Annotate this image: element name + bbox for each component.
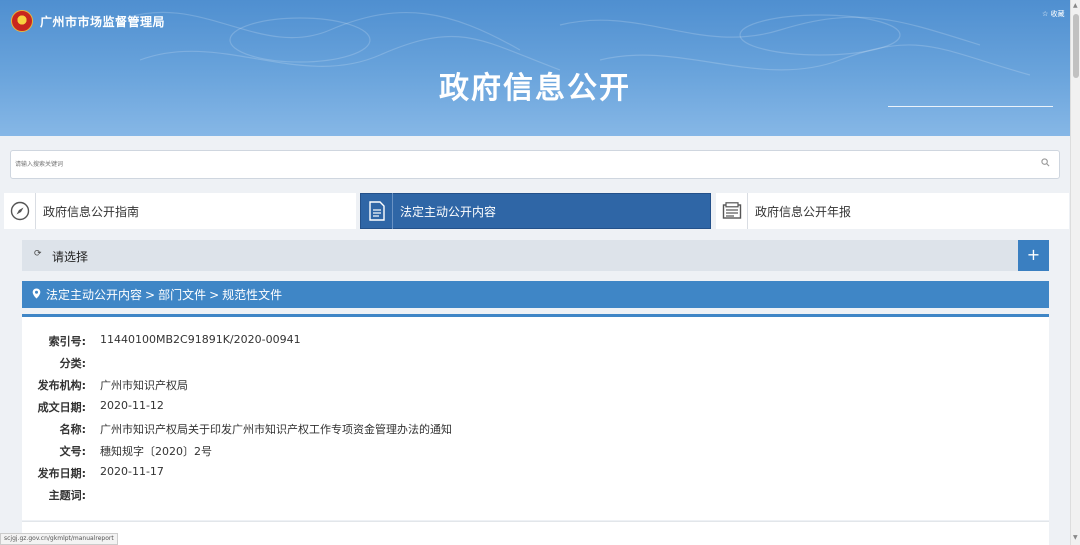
expand-button[interactable]: + xyxy=(1018,240,1049,271)
info-row-doc-number: 文号: 穗知规字〔2020〕2号 xyxy=(22,443,1049,461)
title-divider xyxy=(888,106,1053,107)
info-label: 成文日期: xyxy=(37,401,86,414)
agency-name[interactable]: 广州市市场监督管理局 xyxy=(40,13,165,30)
compass-icon xyxy=(4,193,36,229)
breadcrumb-separator: > xyxy=(145,287,156,302)
info-value: 11440100MB2C91891K/2020-00941 xyxy=(100,333,301,346)
page-title: 政府信息公开 xyxy=(439,71,631,106)
info-label: 名称: xyxy=(59,423,86,436)
selector-label: 请选择 xyxy=(52,250,89,264)
favorite-link[interactable]: ☆ 收藏 xyxy=(1042,9,1065,19)
status-bar-url: scjgj.gz.gov.cn/gkmlpt/manualreport xyxy=(0,533,118,545)
tab-statutory-content[interactable]: 法定主动公开内容 xyxy=(360,193,711,229)
national-emblem-icon xyxy=(11,10,33,32)
info-label: 发布日期: xyxy=(37,467,86,480)
info-value: 广州市知识产权局关于印发广州市知识产权工作专项资金管理办法的通知 xyxy=(100,423,452,436)
info-label: 发布机构: xyxy=(37,379,86,392)
info-value: 广州市知识产权局 xyxy=(100,379,188,392)
info-label: 主题词: xyxy=(48,489,86,502)
info-row-keywords: 主题词: xyxy=(22,487,1049,505)
document-icon xyxy=(361,193,393,229)
header-banner: 广州市市场监督管理局 ☆ 收藏 政府信息公开 xyxy=(0,0,1070,136)
search-input[interactable] xyxy=(15,156,995,173)
info-label: 分类: xyxy=(59,357,86,370)
breadcrumb-item[interactable]: 部门文件 xyxy=(158,286,206,303)
breadcrumb-separator: > xyxy=(209,287,220,302)
info-row-category: 分类: xyxy=(22,355,1049,373)
info-label: 索引号: xyxy=(48,335,86,348)
category-selector[interactable]: ⟳ 请选择 + xyxy=(22,240,1049,271)
info-row-written-date: 成文日期: 2020-11-12 xyxy=(22,399,1049,417)
page-scrollbar[interactable]: ▲ ▼ xyxy=(1070,0,1080,545)
tab-label: 政府信息公开指南 xyxy=(43,204,140,219)
search-bar xyxy=(10,150,1060,179)
tab-disclosure-guide[interactable]: 政府信息公开指南 xyxy=(4,193,356,229)
breadcrumb: 法定主动公开内容 > 部门文件 > 规范性文件 xyxy=(22,281,1049,308)
scroll-down-arrow-icon[interactable]: ▼ xyxy=(1073,534,1078,542)
info-value: 2020-11-12 xyxy=(100,399,164,412)
scroll-up-arrow-icon[interactable]: ▲ xyxy=(1073,2,1078,10)
info-row-publish-date: 发布日期: 2020-11-17 xyxy=(22,465,1049,483)
info-value: 穗知规字〔2020〕2号 xyxy=(100,445,212,458)
tab-label: 政府信息公开年报 xyxy=(755,204,852,219)
scroll-thumb[interactable] xyxy=(1073,14,1079,78)
newspaper-icon xyxy=(716,193,748,229)
tab-annual-report[interactable]: 政府信息公开年报 xyxy=(716,193,1069,229)
document-info-panel: 索引号: 11440100MB2C91891K/2020-00941 分类: 发… xyxy=(22,314,1049,520)
breadcrumb-item[interactable]: 规范性文件 xyxy=(222,286,282,303)
location-pin-icon xyxy=(32,288,41,302)
info-row-publisher: 发布机构: 广州市知识产权局 xyxy=(22,377,1049,395)
info-row-title: 名称: 广州市知识产权局关于印发广州市知识产权工作专项资金管理办法的通知 xyxy=(22,421,1049,439)
breadcrumb-item[interactable]: 法定主动公开内容 xyxy=(46,286,142,303)
info-row-index: 索引号: 11440100MB2C91891K/2020-00941 xyxy=(22,333,1049,351)
tab-label: 法定主动公开内容 xyxy=(400,204,497,219)
search-icon[interactable] xyxy=(1041,158,1050,170)
info-label: 文号: xyxy=(59,445,86,458)
info-value: 2020-11-17 xyxy=(100,465,164,478)
refresh-icon: ⟳ xyxy=(34,249,42,259)
document-body xyxy=(22,521,1049,545)
